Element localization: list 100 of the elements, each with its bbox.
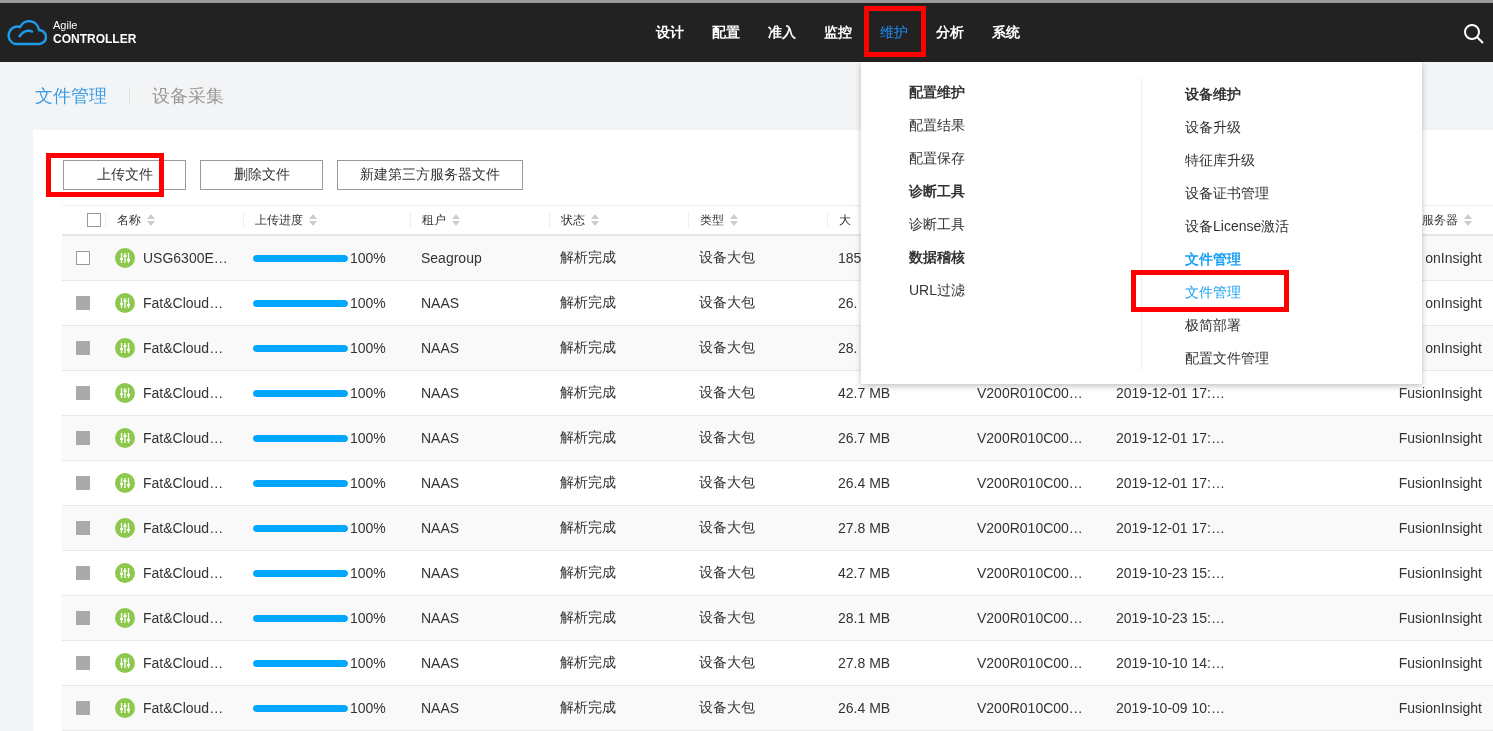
action-button[interactable]: 新建第三方服务器文件 (337, 160, 523, 190)
table-cell: onInsight (1425, 340, 1482, 356)
menu-item[interactable]: 设备升级 (1185, 118, 1241, 137)
sliders-icon (115, 383, 135, 403)
table-cell: Seagroup (421, 250, 482, 266)
checkbox[interactable] (87, 213, 101, 227)
sliders-icon (115, 293, 135, 313)
progress-text: 100% (350, 700, 386, 716)
file-name: Fat&Cloud… (143, 610, 224, 626)
table-cell: V200R010C00… (977, 610, 1083, 626)
table-cell: FusionInsight (1398, 700, 1482, 716)
action-button[interactable]: 删除文件 (200, 160, 323, 190)
table-cell: FusionInsight (1398, 610, 1482, 626)
menu-item[interactable]: URL过滤 (909, 281, 965, 300)
column-header[interactable]: 大 (839, 211, 851, 229)
table-cell: NAAS (421, 430, 460, 446)
nav-item[interactable]: 分析 (922, 3, 978, 62)
table-cell: 26.7 MB (838, 430, 891, 446)
table-cell: 解析完成 (560, 474, 616, 490)
menu-item[interactable]: 配置文件管理 (1185, 349, 1269, 368)
search-icon[interactable] (1463, 23, 1485, 45)
menu-heading: 设备维护 (1185, 85, 1241, 104)
table-cell: 解析完成 (560, 699, 616, 715)
table-cell: 26.4 MB (838, 475, 891, 491)
table-cell: NAAS (421, 565, 460, 581)
column-header[interactable]: 服务器 (1422, 211, 1458, 229)
sliders-icon (115, 563, 135, 583)
file-name: Fat&Cloud… (143, 655, 224, 671)
table-cell: NAAS (421, 520, 460, 536)
table-cell: 设备大包 (699, 564, 755, 580)
file-name: Fat&Cloud… (143, 295, 224, 311)
progress-text: 100% (350, 340, 386, 356)
column-header[interactable]: 类型 (700, 211, 724, 229)
table-cell: 解析完成 (560, 339, 616, 355)
nav-item[interactable]: 准入 (754, 3, 810, 62)
column-header[interactable]: 上传进度 (255, 211, 303, 229)
sort-icon[interactable] (1464, 214, 1472, 226)
sort-icon[interactable] (309, 214, 317, 226)
menu-heading: 诊断工具 (909, 182, 965, 201)
table-cell: 设备大包 (699, 519, 755, 535)
progress-text: 100% (350, 385, 386, 401)
table-cell: FusionInsight (1398, 430, 1482, 446)
menu-item[interactable]: 配置结果 (909, 116, 965, 135)
menu-heading: 数据稽核 (909, 248, 965, 267)
table-cell: 设备大包 (699, 699, 755, 715)
sort-icon[interactable] (591, 214, 599, 226)
file-name: Fat&Cloud… (143, 565, 224, 581)
nav-item[interactable]: 监控 (810, 3, 866, 62)
table-cell: 27.8 MB (838, 655, 891, 671)
file-name: USG6300E… (143, 250, 228, 266)
menu-item[interactable]: 设备License激活 (1185, 217, 1290, 236)
table-cell: 2019-12-01 17:… (1116, 385, 1225, 401)
table-cell: 2019-12-01 17:… (1116, 430, 1225, 446)
checkbox[interactable] (76, 251, 90, 265)
table-cell: NAAS (421, 655, 460, 671)
table-cell: 解析完成 (560, 609, 616, 625)
file-name: Fat&Cloud… (143, 700, 224, 716)
sliders-icon (115, 428, 135, 448)
table-cell: onInsight (1425, 250, 1482, 266)
table-cell: 42.7 MB (838, 565, 891, 581)
sort-icon[interactable] (147, 214, 155, 226)
table-cell: V200R010C00… (977, 430, 1083, 446)
table-cell: 设备大包 (699, 249, 755, 265)
nav-item[interactable]: 维护 (866, 3, 922, 62)
table-cell: 26. (838, 295, 858, 311)
table-cell: 设备大包 (699, 384, 755, 400)
progress-text: 100% (350, 430, 386, 446)
menu-item[interactable]: 特征库升级 (1185, 151, 1255, 170)
table-cell: 设备大包 (699, 654, 755, 670)
sort-icon[interactable] (730, 214, 738, 226)
sliders-icon (115, 653, 135, 673)
sliders-icon (115, 518, 135, 538)
menu-item[interactable]: 诊断工具 (909, 215, 965, 234)
sliders-icon (115, 248, 135, 268)
column-header[interactable]: 名称 (117, 211, 141, 229)
progress-text: 100% (350, 250, 386, 266)
sliders-icon (115, 608, 135, 628)
menu-item[interactable]: 配置保存 (909, 149, 965, 168)
column-header[interactable]: 租户 (422, 211, 446, 229)
logo-text: Agile (53, 20, 79, 31)
nav-item[interactable]: 配置 (698, 3, 754, 62)
nav-item[interactable]: 设计 (642, 3, 698, 62)
table-cell: 解析完成 (560, 564, 616, 580)
progress-text: 100% (350, 295, 386, 311)
table-cell: 设备大包 (699, 294, 755, 310)
sort-icon[interactable] (452, 214, 460, 226)
progress-text: 100% (350, 475, 386, 491)
table-cell: 2019-10-23 15:… (1116, 610, 1225, 626)
file-name: Fat&Cloud… (143, 340, 224, 356)
column-header[interactable]: 状态 (561, 211, 585, 229)
nav-item[interactable]: 系统 (978, 3, 1034, 62)
table-cell: NAAS (421, 475, 460, 491)
progress-text: 100% (350, 655, 386, 671)
table-cell: 2019-12-01 17:… (1116, 475, 1225, 491)
progress-text: 100% (350, 610, 386, 626)
menu-item[interactable]: 设备证书管理 (1185, 184, 1269, 203)
action-button[interactable]: 上传文件 (63, 160, 186, 190)
table-cell: 解析完成 (560, 519, 616, 535)
file-name: Fat&Cloud… (143, 385, 224, 401)
table-cell: NAAS (421, 340, 460, 356)
